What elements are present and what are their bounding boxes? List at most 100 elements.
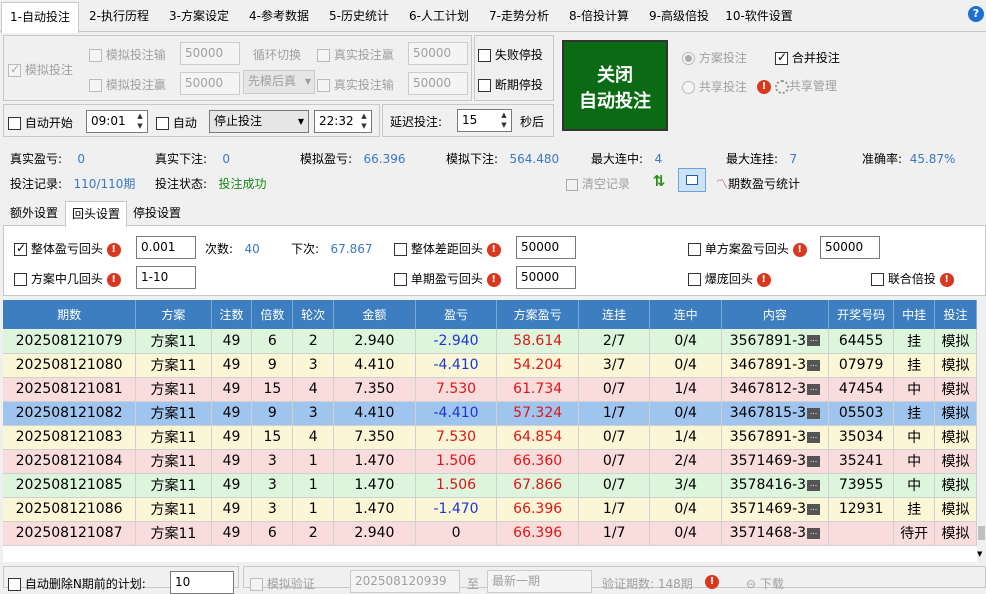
real-loss-input[interactable]: 50000 — [408, 72, 468, 95]
real-bet-stat: 真实下注: 0 — [155, 150, 230, 167]
col-amount[interactable]: 金额 — [333, 300, 416, 329]
spin-down-icon[interactable]: ▼ — [497, 120, 511, 131]
col-plan[interactable]: 方案 — [135, 300, 212, 329]
cell-bets-text: 49 — [222, 357, 241, 373]
tab-history[interactable]: 2-执行历程 — [80, 2, 158, 31]
stop-mode-select[interactable]: 停止投注 ▼ — [209, 110, 309, 133]
col-bets[interactable]: 注数 — [211, 300, 253, 329]
verify-to-select[interactable]: 最新一期 — [487, 570, 592, 593]
table-row[interactable]: 202508121082 方案11 49 9 3 4.410 -4.410 57.324 1/7… — [3, 401, 977, 426]
help-icon[interactable]: ? — [968, 6, 984, 22]
tab-plan-settings[interactable]: 3-方案设定 — [160, 2, 238, 31]
spin-down-icon[interactable]: ▼ — [357, 121, 371, 132]
break-stop-checkbox[interactable]: 断期停投 — [478, 76, 543, 93]
merge-bet-checkbox[interactable]: 合并投注 — [775, 49, 840, 66]
more-icon[interactable]: ... — [807, 455, 821, 467]
tab-auto-bet[interactable]: 1-自动投注 — [1, 2, 79, 33]
single-plan-input[interactable]: 50000 — [820, 236, 880, 259]
more-icon[interactable]: ... — [807, 359, 821, 371]
more-icon[interactable]: ... — [807, 527, 821, 539]
table-row[interactable]: 202508121086 方案11 49 3 1 1.470 -1.470 66.396 1/7… — [3, 497, 977, 522]
clear-records-button[interactable]: 清空记录 — [566, 175, 630, 192]
sim-bet-checkbox[interactable]: 模拟投注 — [8, 61, 73, 78]
close-auto-bet-button[interactable]: 关闭 自动投注 — [562, 40, 668, 131]
overall-diff-input[interactable]: 50000 — [516, 236, 576, 259]
auto-delete-input[interactable]: 10 — [170, 571, 234, 594]
share-bet-radio[interactable]: 共享投注 — [682, 78, 747, 95]
crash-checkbox[interactable]: 爆庞回头 ! — [688, 270, 771, 287]
single-period-checkbox[interactable]: 单期盈亏回头 ! — [394, 270, 501, 287]
col-plan-pl[interactable]: 方案盈亏 — [496, 300, 579, 329]
col-bet-type[interactable]: 投注 — [934, 300, 977, 329]
col-content[interactable]: 内容 — [721, 300, 829, 329]
col-period[interactable]: 期数 — [3, 300, 137, 329]
more-icon[interactable]: ... — [807, 335, 821, 347]
table-row[interactable]: 202508121079 方案11 49 6 2 2.940 -2.940 58.614 2/7… — [3, 329, 977, 354]
col-draw-number[interactable]: 开奖号码 — [828, 300, 895, 329]
auto-stop-checkbox[interactable]: 自动 — [156, 114, 197, 131]
table-row[interactable]: 202508121080 方案11 49 9 3 4.410 -4.410 54.204 3/7… — [3, 353, 977, 378]
fail-stop-checkbox[interactable]: 失败停投 — [478, 46, 543, 63]
sim-loss-input[interactable]: 50000 — [180, 42, 240, 65]
spin-down-icon[interactable]: ▼ — [133, 121, 147, 132]
overall-pl-checkbox[interactable]: 整体盈亏回头 ! — [14, 240, 121, 257]
subtab-stop[interactable]: 停投设置 — [128, 201, 186, 226]
table-row[interactable]: 202508121084 方案11 49 3 1 1.470 1.506 66.360 0/7 2… — [3, 449, 977, 474]
auto-start-checkbox[interactable]: 自动开始 — [8, 114, 73, 131]
joint-checkbox[interactable]: 联合倍投 ! — [871, 270, 954, 287]
table-row[interactable]: 202508121081 方案11 49 15 4 7.350 7.530 61.734 0/7… — [3, 377, 977, 402]
col-result[interactable]: 中挂 — [893, 300, 936, 329]
plan-hit-input[interactable]: 1-10 — [136, 266, 196, 289]
tab-manual-plan[interactable]: 6-人工计划 — [400, 2, 478, 31]
share-manage-button[interactable]: ! 共享管理 — [757, 77, 837, 94]
plan-hit-checkbox[interactable]: 方案中几回头 ! — [14, 270, 121, 287]
tab-software-settings[interactable]: 10-软件设置 — [720, 2, 798, 31]
download-button[interactable]: ⊝ 下载 — [746, 575, 784, 592]
real-win-input[interactable]: 50000 — [408, 42, 468, 65]
col-round[interactable]: 轮次 — [292, 300, 335, 329]
tab-reference-data[interactable]: 4-参考数据 — [240, 2, 318, 31]
plan-bet-radio[interactable]: 方案投注 — [682, 49, 747, 66]
single-plan-checkbox[interactable]: 单方案盈亏回头 ! — [688, 240, 807, 257]
table-row[interactable]: 202508121083 方案11 49 15 4 7.350 7.530 64.854 0/7… — [3, 425, 977, 450]
sim-win-input[interactable]: 50000 — [180, 72, 240, 95]
sim-win-checkbox[interactable]: 模拟投注赢 — [89, 76, 166, 93]
up-down-arrows-icon[interactable]: ⇅ — [650, 172, 668, 190]
more-icon[interactable]: ... — [807, 503, 821, 515]
col-multiplier[interactable]: 倍数 — [251, 300, 294, 329]
more-icon[interactable]: ... — [807, 383, 821, 395]
more-icon[interactable]: ... — [807, 479, 821, 491]
cell-plan: 方案11 — [135, 497, 212, 522]
tab-history-stats[interactable]: 5-历史统计 — [320, 2, 398, 31]
verify-from-select[interactable]: 202508120939 — [350, 570, 460, 593]
start-time-input[interactable]: 09:01 ▲ ▼ — [86, 110, 148, 133]
window-toggle-button[interactable] — [678, 168, 706, 192]
stop-time-input[interactable]: 22:32 ▲ ▼ — [314, 110, 372, 133]
real-loss-checkbox[interactable]: 真实投注输 — [317, 76, 394, 93]
col-miss-streak[interactable]: 连挂 — [578, 300, 651, 329]
subtab-callback[interactable]: 回头设置 — [65, 201, 127, 227]
overall-pl-input[interactable]: 0.001 — [136, 236, 196, 259]
subtab-extra[interactable]: 额外设置 — [4, 201, 64, 226]
overall-diff-checkbox[interactable]: 整体差距回头 ! — [394, 240, 501, 257]
more-icon[interactable]: ... — [807, 431, 821, 443]
table-row[interactable]: 202508121087 方案11 49 6 2 2.940 0 66.396 1/7 0/4 35… — [3, 521, 977, 546]
real-win-checkbox[interactable]: 真实投注赢 — [317, 46, 394, 63]
more-icon[interactable]: ... — [807, 407, 821, 419]
tab-advanced-multiplier[interactable]: 9-高级倍投 — [640, 2, 718, 31]
table-scrollbar[interactable]: ▼ — [977, 300, 986, 562]
order-select[interactable]: 先模后真 ▼ — [243, 70, 315, 94]
single-period-input[interactable]: 50000 — [516, 266, 576, 289]
sim-loss-checkbox[interactable]: 模拟投注输 — [89, 46, 166, 63]
scroll-down-icon[interactable]: ▼ — [977, 550, 982, 558]
scrollbar-thumb[interactable] — [978, 526, 985, 540]
delay-input[interactable]: 15 ▲ ▼ — [457, 109, 512, 132]
period-stats-button[interactable]: 〽期数盈亏统计 — [716, 175, 800, 192]
table-row[interactable]: 202508121085 方案11 49 3 1 1.470 1.506 67.866 0/7 3… — [3, 473, 977, 498]
sim-verify-checkbox[interactable]: 模拟验证 — [250, 575, 315, 592]
tab-trend-analysis[interactable]: 7-走势分析 — [480, 2, 558, 31]
col-hit-streak[interactable]: 连中 — [649, 300, 722, 329]
tab-multiplier-calc[interactable]: 8-倍投计算 — [560, 2, 638, 31]
col-pl[interactable]: 盈亏 — [415, 300, 498, 329]
auto-delete-checkbox[interactable]: 自动删除N期前的计划: — [8, 575, 146, 592]
